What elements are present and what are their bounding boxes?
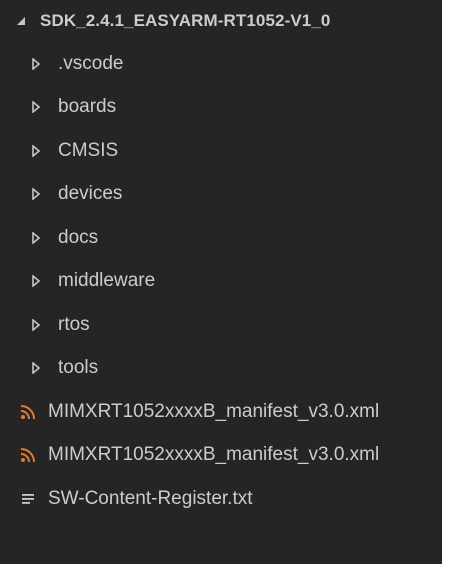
chevron-right-icon[interactable]: [31, 361, 41, 375]
chevron-right-icon[interactable]: [31, 274, 41, 288]
tree-folder-docs[interactable]: docs: [0, 216, 442, 260]
tree-folder-devices[interactable]: devices: [0, 173, 442, 217]
text-lines-icon: [20, 491, 36, 507]
tree-file-manifest-2[interactable]: MIMXRT1052xxxxB_manifest_v3.0.xml: [0, 434, 442, 478]
chevron-right-icon[interactable]: [31, 231, 41, 245]
tree-folder-middleware[interactable]: middleware: [0, 260, 442, 304]
tree-file-sw-content-register[interactable]: SW-Content-Register.txt: [0, 477, 442, 521]
file-explorer: SDK_2.4.1_EASYARM-RT1052-V1_0 .vscode bo…: [0, 0, 442, 564]
tree-folder-boards[interactable]: boards: [0, 86, 442, 130]
folder-label: tools: [58, 357, 99, 379]
folder-label: CMSIS: [58, 139, 119, 161]
root-folder-label: SDK_2.4.1_EASYARM-RT1052-V1_0: [40, 11, 331, 30]
right-margin: [442, 0, 454, 564]
file-tree: .vscode boards CMSIS devices docs middle…: [0, 42, 442, 521]
chevron-right-icon[interactable]: [31, 100, 41, 114]
rss-feed-icon: [20, 447, 36, 463]
folder-label: middleware: [58, 270, 156, 292]
chevron-right-icon[interactable]: [31, 318, 41, 332]
folder-label: devices: [58, 183, 123, 205]
folder-label: docs: [58, 226, 99, 248]
tree-folder-tools[interactable]: tools: [0, 347, 442, 391]
file-label: MIMXRT1052xxxxB_manifest_v3.0.xml: [48, 400, 380, 422]
tree-file-manifest-1[interactable]: MIMXRT1052xxxxB_manifest_v3.0.xml: [0, 390, 442, 434]
chevron-right-icon[interactable]: [31, 57, 41, 71]
file-label: SW-Content-Register.txt: [48, 487, 253, 509]
tree-folder-cmsis[interactable]: CMSIS: [0, 129, 442, 173]
chevron-right-icon[interactable]: [31, 187, 41, 201]
folder-label: .vscode: [58, 52, 124, 74]
root-folder-header[interactable]: SDK_2.4.1_EASYARM-RT1052-V1_0: [0, 0, 442, 42]
tree-folder-vscode[interactable]: .vscode: [0, 42, 442, 86]
rss-feed-icon: [20, 404, 36, 420]
tree-folder-rtos[interactable]: rtos: [0, 303, 442, 347]
chevron-right-icon[interactable]: [31, 144, 41, 158]
folder-label: boards: [58, 96, 117, 118]
file-label: MIMXRT1052xxxxB_manifest_v3.0.xml: [48, 444, 380, 466]
folder-label: rtos: [58, 313, 90, 335]
chevron-down-icon[interactable]: [14, 14, 28, 28]
